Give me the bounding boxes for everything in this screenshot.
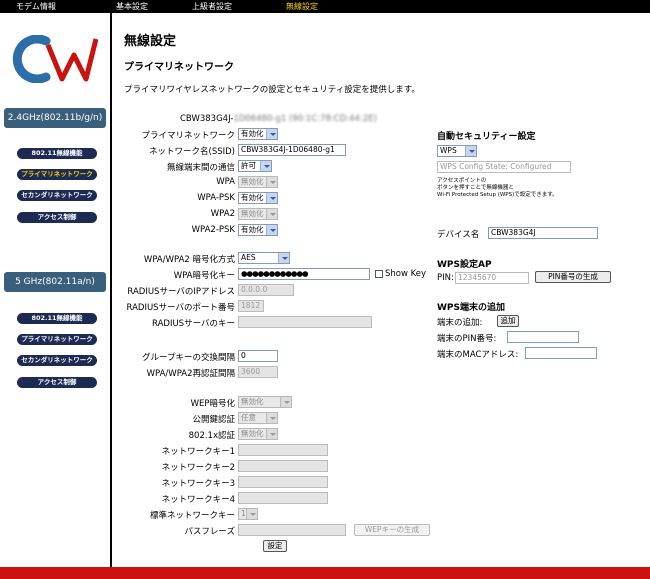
wpa2-psk-select[interactable]: 有効化 [238, 224, 278, 236]
pin-generate-button[interactable]: PIN番号の生成 [535, 271, 611, 283]
key2-input [238, 460, 328, 472]
apply-button[interactable]: 設定 [263, 540, 287, 552]
passphrase-input [238, 524, 346, 536]
inter-client-label: 無線端末間の通信 [166, 163, 235, 173]
client-mac-input[interactable] [525, 347, 597, 359]
sidebar-item-24-access[interactable]: アクセス制御 [17, 212, 97, 223]
show-key-checkbox[interactable] [375, 270, 383, 278]
default-key-label: 標準ネットワークキー [149, 511, 235, 521]
nav-basic-settings[interactable]: 基本設定 [116, 1, 148, 12]
wps-state-field: WPS Config State: Configured [437, 161, 571, 173]
page-description: プライマリワイヤレスネットワークの設定とセキュリティ設定を提供します。 [124, 85, 420, 95]
radius-port-label: RADIUSサーバのポート番号 [126, 303, 235, 313]
ssid-label: ネットワーク名(SSID) [149, 147, 235, 157]
encryption-select[interactable]: AES [238, 252, 290, 264]
sidebar-item-24-radio[interactable]: 802.11無線機能 [17, 148, 97, 159]
radius-ip-label: RADIUSサーバのIPアドレス [127, 287, 235, 297]
dot1x-select: 無効化 [238, 428, 278, 440]
radius-key-input [238, 316, 372, 328]
wps-note-1: アクセスポイントの [437, 178, 487, 184]
shared-key-label: 公開鍵認証 [192, 415, 235, 425]
auto-security-title: 自動セキュリティー設定 [437, 132, 536, 142]
key4-label: ネットワークキー4 [161, 495, 235, 505]
nav-wireless-settings[interactable]: 無線設定 [286, 1, 318, 12]
key2-label: ネットワークキー2 [161, 463, 235, 473]
sidebar-item-24-secondary[interactable]: セカンダリネットワーク [17, 190, 97, 201]
wpa2-select: 無効化 [238, 208, 278, 220]
encryption-label: WPA/WPA2 暗号化方式 [143, 255, 235, 265]
sidebar-item-5-radio[interactable]: 802.11無線機能 [17, 313, 97, 324]
sidebar-item-5-secondary[interactable]: セカンダリネットワーク [17, 355, 97, 366]
reauth-label: WPA/WPA2再認証間隔 [146, 369, 235, 379]
add-client-label: 端末の追加: [437, 318, 483, 328]
device-id-prefix: CBW383G4J- [180, 114, 234, 124]
key1-input [238, 444, 328, 456]
client-pin-label: 端末のPIN番号: [437, 334, 497, 344]
shared-key-select: 任意 [238, 412, 278, 424]
add-client-button[interactable]: 追加 [497, 315, 519, 327]
radius-port-input: 1812 [238, 300, 264, 312]
key3-label: ネットワークキー3 [161, 479, 235, 489]
wpa-key-input[interactable]: ●●●●●●●●●●●● [238, 268, 370, 280]
device-id: CBW383G4J-1D06480-g1 (90:1C:78:CD:44:2E) [180, 114, 377, 124]
key1-label: ネットワークキー1 [161, 447, 235, 457]
client-mac-label: 端末のMACアドレス: [437, 350, 519, 360]
passphrase-label: パスフレーズ [184, 527, 235, 537]
wpa2-psk-label: WPA2-PSK [191, 225, 235, 235]
nav-advanced-settings[interactable]: 上級者設定 [192, 1, 232, 12]
group-key-input[interactable]: 0 [238, 350, 278, 362]
top-nav-bar: モデム情報 基本設定 上級者設定 無線設定 [0, 0, 650, 13]
wpa-psk-label: WPA-PSK [197, 193, 235, 203]
sidebar-item-24-primary[interactable]: プライマリネットワーク [17, 169, 97, 180]
radius-ip-input: 0.0.0.0 [238, 284, 294, 296]
wps-ap-title: WPS設定AP [437, 260, 492, 270]
ssid-input[interactable]: CBW383G4J-1D06480-g1 [238, 144, 346, 156]
device-name-input[interactable]: CBW383G4J [488, 227, 598, 239]
band-24ghz-header: 2.4GHz(802.11b/g/n) [4, 108, 106, 128]
show-key-label: Show Key [385, 269, 427, 279]
sidebar: 2.4GHz(802.11b/g/n) 802.11無線機能 プライマリネットワ… [0, 13, 112, 567]
sidebar-item-5-access[interactable]: アクセス制御 [17, 377, 97, 388]
bottom-bar [0, 567, 650, 579]
radius-key-label: RADIUSサーバのキー [152, 319, 235, 329]
wpa-key-label: WPA暗号化キー [173, 271, 235, 281]
main-content: 無線設定 プライマリネットワーク プライマリワイヤレスネットワークの設定とセキュ… [114, 13, 650, 567]
sidebar-item-5-primary[interactable]: プライマリネットワーク [17, 334, 97, 345]
reauth-input: 3600 [238, 366, 278, 378]
client-pin-input[interactable] [507, 331, 579, 343]
page-title: 無線設定 [124, 34, 177, 49]
wep-encryption-label: WEP暗号化 [190, 399, 235, 409]
wpa-psk-select[interactable]: 有効化 [238, 192, 278, 204]
group-key-label: グループキーの交換間隔 [142, 353, 235, 363]
nav-modem-info[interactable]: モデム情報 [16, 1, 56, 12]
wps-add-title: WPS端末の追加 [437, 303, 506, 313]
inter-client-select[interactable]: 許可 [238, 160, 272, 172]
primary-network-select[interactable]: 有効化 [238, 128, 278, 140]
pin-label: PIN: [437, 273, 454, 283]
wpa2-label: WPA2 [210, 209, 235, 219]
wpa-select: 無効化 [238, 176, 278, 188]
pin-field: 12345670 [455, 272, 529, 284]
key4-input [238, 492, 328, 504]
wps-select[interactable]: WPS [437, 145, 477, 157]
key3-input [238, 476, 328, 488]
device-name-label: デバイス名 [437, 230, 480, 240]
wps-note-2: ボタンを押すことで無線機器と [437, 185, 514, 191]
primary-network-label: プライマリネットワーク [141, 131, 235, 141]
cw-logo [12, 35, 98, 83]
default-key-select: 1 [238, 508, 258, 520]
wep-encryption-select: 無効化 [238, 396, 292, 408]
wps-note-3: Wi-Fi Protected Setup (WPS)で設定できます。 [437, 192, 558, 198]
device-id-blurred: 1D06480-g1 (90:1C:78:CD:44:2E) [233, 114, 377, 124]
wep-generate-button: WEPキーの生成 [354, 524, 430, 536]
band-5ghz-header: 5 GHz(802.11a/n) [4, 272, 106, 292]
dot1x-label: 802.1x認証 [188, 431, 235, 441]
wpa-label: WPA [216, 177, 235, 187]
page-subtitle: プライマリネットワーク [124, 62, 234, 73]
